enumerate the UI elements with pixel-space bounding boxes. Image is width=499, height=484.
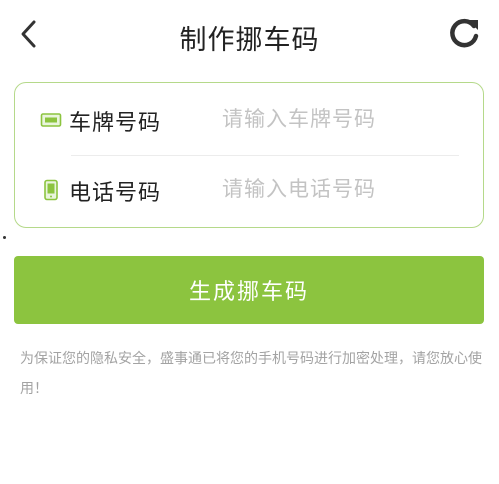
stray-dot [3,236,6,239]
phone-row: 电话号码 [15,155,483,225]
plate-label: 车牌号码 [69,111,162,136]
refresh-icon [450,18,479,48]
page-title: 制作挪车码 [179,25,320,56]
phone-label: 电话号码 [69,181,162,206]
refresh-button[interactable] [446,16,482,52]
phone-input[interactable] [222,169,462,209]
privacy-note: 为保证您的隐私安全，盛事通已将您的手机号码进行加密处理，请您放心使用！ [20,351,482,397]
generate-code-button[interactable]: 生成挪车码 [14,256,484,324]
page: 制作挪车码 车牌号码 电话号码 [0,0,499,484]
plate-input[interactable] [222,99,462,139]
plate-row: 车牌号码 [15,85,483,155]
license-plate-icon [40,113,62,127]
header: 制作挪车码 [0,0,499,70]
mobile-phone-icon [44,179,58,201]
form-card: 车牌号码 电话号码 [14,82,484,228]
